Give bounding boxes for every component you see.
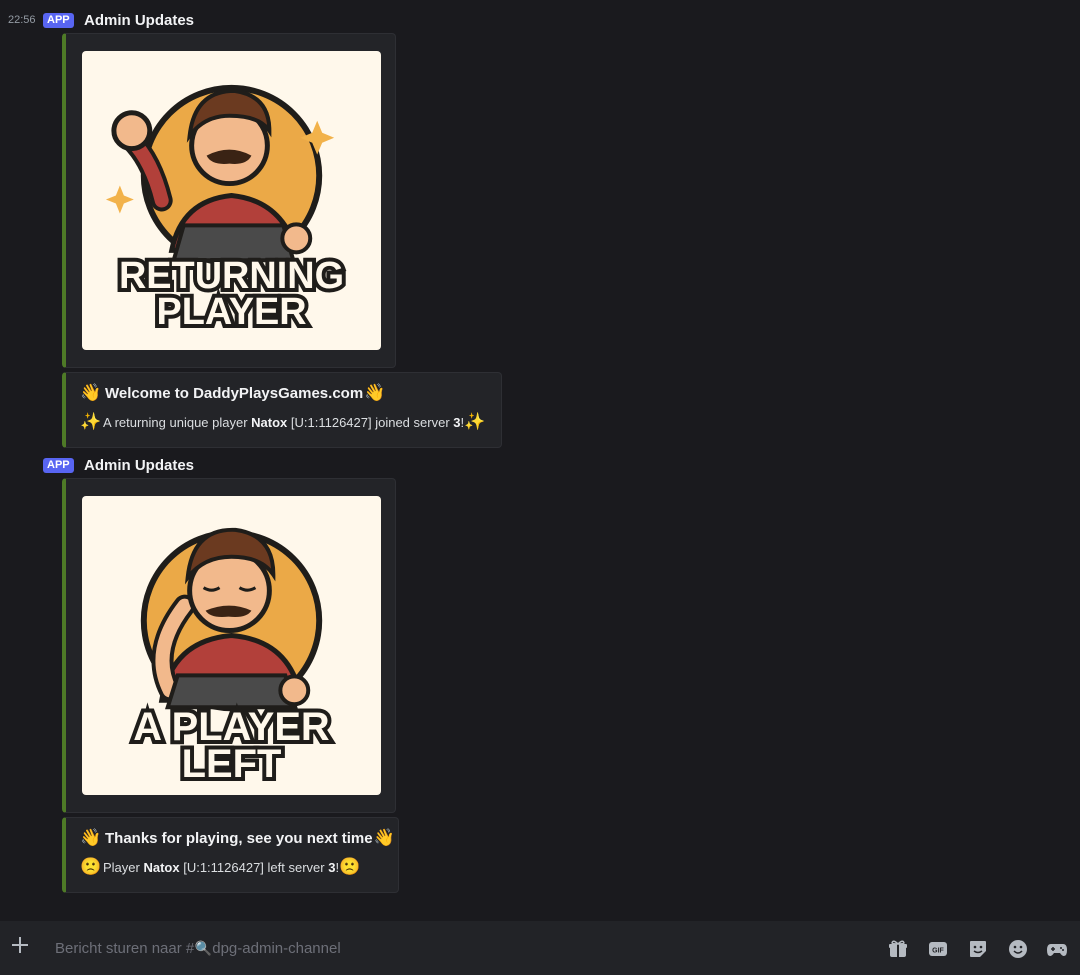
sparkles-emoji: ✨ <box>464 412 486 432</box>
placeholder-text: Bericht sturen naar # <box>55 940 195 957</box>
waving-hand-emoji: 👋 <box>80 383 102 403</box>
server-number: 3 <box>328 859 336 875</box>
desc-text: A returning unique player <box>103 414 252 430</box>
frowning-face-emoji: 🙁 <box>80 857 102 877</box>
desc-text: Player <box>103 859 144 875</box>
sticker-button[interactable] <box>967 938 989 960</box>
activities-button[interactable] <box>1046 938 1068 960</box>
sparkles-emoji: ✨ <box>80 412 102 432</box>
image-text-line2: PLAYER <box>156 291 306 333</box>
image-embed: A PLAYER LEFT <box>62 478 396 813</box>
desc-text: [U:1:1126427] left server <box>179 859 329 875</box>
author-name[interactable]: Admin Updates <box>84 457 194 474</box>
app-badge: APP <box>43 457 74 473</box>
returning-player-image[interactable]: RETURNING PLAYER <box>82 51 381 350</box>
waving-hand-emoji: 👋 <box>80 828 102 848</box>
image-embed: RETURNING PLAYER <box>62 33 396 368</box>
emoji-button[interactable] <box>1007 938 1029 960</box>
gif-button[interactable]: GIF <box>927 938 949 960</box>
embed-title-text: Welcome to DaddyPlaysGames.com <box>105 384 364 402</box>
player-name: Natox <box>143 859 180 875</box>
player-left-illustration: A PLAYER LEFT <box>129 527 334 790</box>
add-attachment-button[interactable] <box>10 935 30 957</box>
embed-title: 👋 Thanks for playing, see you next time … <box>80 828 395 848</box>
embed-description: 🙁 Player Natox [U:1:1126427] left server… <box>80 857 361 877</box>
embed-title: 👋 Welcome to DaddyPlaysGames.com 👋 <box>80 383 386 403</box>
player-name: Natox <box>251 414 288 430</box>
text-embed: 👋 Thanks for playing, see you next time … <box>62 817 399 893</box>
embed-description: ✨ A returning unique player Natox [U:1:1… <box>80 412 486 432</box>
magnifier-emoji: 🔍 <box>194 941 212 957</box>
app-badge: APP <box>43 12 74 28</box>
gif-label: GIF <box>932 948 944 955</box>
player-left-image[interactable]: A PLAYER LEFT <box>82 496 381 795</box>
returning-player-illustration: RETURNING PLAYER <box>105 84 348 337</box>
waving-hand-emoji: 👋 <box>373 828 395 848</box>
message-header: 22:56 APP Admin Updates <box>0 9 300 31</box>
server-number: 3 <box>453 414 461 430</box>
sticker-icon <box>970 941 986 957</box>
gamepad-icon <box>1047 944 1067 956</box>
embed-title-text: Thanks for playing, see you next time <box>105 829 373 847</box>
desc-text: [U:1:1126427] joined server <box>287 414 454 430</box>
gift-button[interactable] <box>887 938 909 960</box>
plus-icon <box>12 937 28 953</box>
gift-icon <box>889 940 907 957</box>
message-composer: Bericht sturen naar #🔍dpg-admin-channel … <box>0 921 1080 975</box>
message-input[interactable]: Bericht sturen naar #🔍dpg-admin-channel <box>55 940 341 957</box>
emoji-icon <box>1009 940 1027 958</box>
waving-hand-emoji: 👋 <box>364 383 386 403</box>
message-header: APP Admin Updates <box>0 454 300 476</box>
gif-icon: GIF <box>929 942 947 956</box>
frowning-face-emoji: 🙁 <box>339 857 361 877</box>
message-timestamp: 22:56 <box>8 14 36 26</box>
image-text-line2: LEFT <box>182 742 282 786</box>
channel-name: dpg-admin-channel <box>212 940 341 957</box>
author-name[interactable]: Admin Updates <box>84 12 194 29</box>
text-embed: 👋 Welcome to DaddyPlaysGames.com 👋 ✨ A r… <box>62 372 502 448</box>
